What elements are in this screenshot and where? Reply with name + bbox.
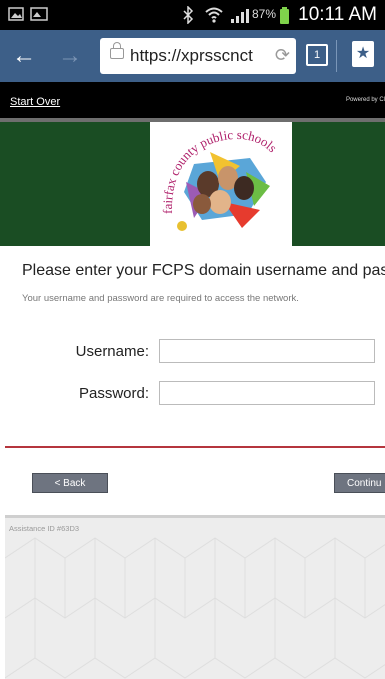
url-bar[interactable]: https://xprsscnct ⟳ [100,38,296,74]
back-arrow-icon[interactable]: ← [8,43,40,69]
password-label: Password: [78,385,149,402]
top-bar: Start Over Powered by Cl [0,82,385,122]
footer-pattern [5,537,385,679]
battery-percent: 87% [252,7,277,21]
password-field[interactable] [159,381,375,405]
battery-icon [280,7,289,24]
bookmark-icon[interactable]: ★ [352,41,374,67]
powered-by-text: Powered by Cl [345,97,385,103]
toolbar-divider [336,40,337,72]
mms-icon [30,7,48,21]
back-button[interactable]: < Back [32,473,108,493]
bluetooth-icon [183,6,194,24]
lock-icon [110,42,124,59]
school-logo: fairfax county public schools [150,122,292,246]
gallery-icon [8,7,24,21]
instruction-text: Your username and password are required … [22,293,299,304]
browser-toolbar: ← → https://xprsscnct ⟳ 1 ★ [0,30,385,82]
tabs-icon[interactable]: 1 [306,44,328,66]
url-text: https://xprsscnct [130,46,253,65]
forward-arrow-icon[interactable]: → [54,43,86,69]
username-field[interactable] [159,339,375,363]
footer: Assistance ID #63D3 [5,515,385,679]
page-heading: Please enter your FCPS domain username a… [22,262,385,279]
signal-icon [231,9,249,23]
reload-icon[interactable]: ⟳ [275,45,290,66]
banner: fairfax county public schools [0,122,385,246]
assistance-id: Assistance ID #63D3 [9,524,80,533]
status-bar: 87% 10:11 AM [0,0,385,30]
wifi-icon [205,7,223,23]
section-divider [5,446,385,448]
clock: 10:11 AM [298,4,377,25]
username-label: Username: [75,343,149,360]
continue-button[interactable]: Continu [334,473,385,493]
start-over-link[interactable]: Start Over [10,96,60,108]
